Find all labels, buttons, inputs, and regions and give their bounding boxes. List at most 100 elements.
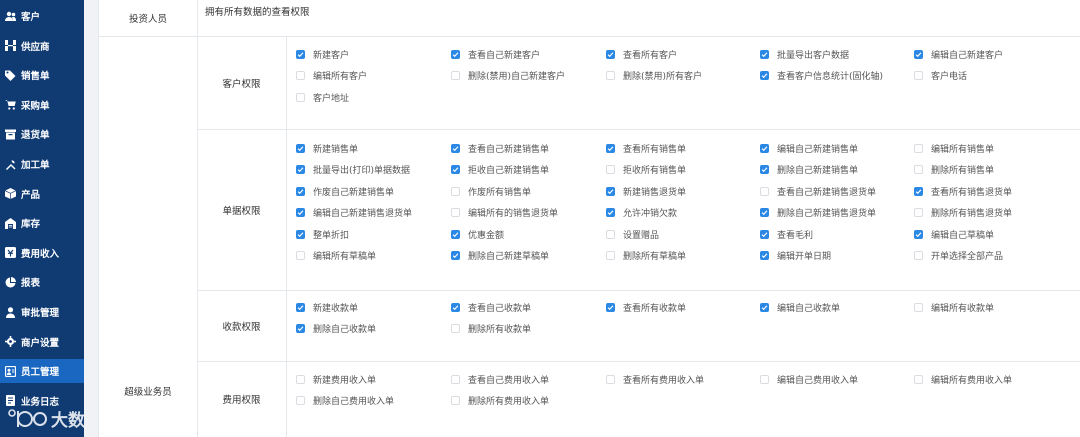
permission-checkbox[interactable]: 查看所有销售单	[606, 141, 686, 155]
sidebar-item-10[interactable]: 审批管理	[0, 300, 84, 324]
permission-checkbox[interactable]: 客户电话	[914, 69, 967, 83]
permission-checkbox[interactable]: 编辑自己草稿单	[914, 227, 994, 241]
checkbox-unchecked-icon[interactable]	[606, 165, 615, 174]
permission-checkbox[interactable]: 删除自己新建销售单	[760, 163, 858, 177]
permission-checkbox[interactable]: 删除自己新建销售退货单	[760, 206, 876, 220]
permission-checkbox[interactable]: 新建费用收入单	[296, 372, 376, 386]
checkbox-checked-icon[interactable]	[296, 208, 305, 217]
checkbox-checked-icon[interactable]	[760, 208, 769, 217]
permission-checkbox[interactable]: 查看所有收款单	[606, 300, 686, 314]
checkbox-checked-icon[interactable]	[451, 165, 460, 174]
permission-checkbox[interactable]: 优惠金额	[451, 227, 504, 241]
permission-checkbox[interactable]: 查看自己收款单	[451, 300, 531, 314]
permission-checkbox[interactable]: 新建客户	[296, 47, 349, 61]
sidebar-item-7[interactable]: 库存	[0, 211, 84, 235]
sidebar-item-1[interactable]: 供应商	[0, 34, 84, 58]
permission-checkbox[interactable]: 删除所有收款单	[451, 322, 531, 336]
checkbox-checked-icon[interactable]	[606, 208, 615, 217]
checkbox-checked-icon[interactable]	[914, 49, 923, 59]
permission-checkbox[interactable]: 删除自己新建草稿单	[451, 249, 549, 263]
permission-checkbox[interactable]: 编辑所有草稿单	[296, 249, 376, 263]
checkbox-unchecked-icon[interactable]	[451, 324, 460, 333]
permission-checkbox[interactable]: 编辑所有的销售退货单	[451, 206, 558, 220]
permission-checkbox[interactable]: 查看毛利	[760, 227, 813, 241]
checkbox-unchecked-icon[interactable]	[606, 229, 615, 239]
checkbox-unchecked-icon[interactable]	[914, 302, 923, 312]
permission-checkbox[interactable]: 新建销售单	[296, 141, 358, 155]
sidebar-item-9[interactable]: 报表	[0, 270, 84, 294]
checkbox-checked-icon[interactable]	[451, 143, 460, 153]
checkbox-unchecked-icon[interactable]	[296, 92, 305, 102]
permission-checkbox[interactable]: 批量导出客户数据	[760, 47, 849, 61]
checkbox-checked-icon[interactable]	[760, 143, 769, 153]
checkbox-unchecked-icon[interactable]	[296, 396, 305, 405]
checkbox-checked-icon[interactable]	[296, 324, 305, 333]
sidebar-item-2[interactable]: 销售单	[0, 63, 84, 87]
checkbox-checked-icon[interactable]	[760, 49, 769, 59]
permission-checkbox[interactable]: 删除自己收款单	[296, 322, 376, 336]
checkbox-unchecked-icon[interactable]	[451, 374, 460, 384]
checkbox-unchecked-icon[interactable]	[606, 251, 615, 260]
sidebar-item-4[interactable]: 退货单	[0, 122, 84, 146]
checkbox-checked-icon[interactable]	[296, 165, 305, 174]
checkbox-unchecked-icon[interactable]	[296, 374, 305, 384]
sidebar-item-3[interactable]: 采购单	[0, 93, 84, 117]
permission-checkbox[interactable]: 编辑自己新建销售单	[760, 141, 858, 155]
checkbox-unchecked-icon[interactable]	[760, 374, 769, 384]
permission-checkbox[interactable]: 作废自己新建销售单	[296, 184, 394, 198]
permission-checkbox[interactable]: 删除自己费用收入单	[296, 394, 394, 408]
permission-checkbox[interactable]: 删除(禁用)自己新建客户	[451, 69, 565, 83]
checkbox-unchecked-icon[interactable]	[606, 374, 615, 384]
checkbox-checked-icon[interactable]	[760, 229, 769, 239]
checkbox-checked-icon[interactable]	[296, 302, 305, 312]
checkbox-checked-icon[interactable]	[606, 143, 615, 153]
checkbox-checked-icon[interactable]	[606, 186, 615, 196]
permission-checkbox[interactable]: 删除(禁用)所有客户	[606, 69, 702, 83]
permission-checkbox[interactable]: 允许冲销欠款	[606, 206, 677, 220]
checkbox-checked-icon[interactable]	[606, 302, 615, 312]
permission-checkbox[interactable]: 编辑所有费用收入单	[914, 372, 1012, 386]
permission-checkbox[interactable]: 新建销售退货单	[606, 184, 686, 198]
checkbox-checked-icon[interactable]	[296, 49, 305, 59]
permission-checkbox[interactable]: 整单折扣	[296, 227, 349, 241]
permission-checkbox[interactable]: 查看自己新建销售退货单	[760, 184, 876, 198]
permission-checkbox[interactable]: 编辑自己收款单	[760, 300, 840, 314]
permission-checkbox[interactable]: 查看所有销售退货单	[914, 184, 1012, 198]
permission-checkbox[interactable]: 编辑自己新建客户	[914, 47, 1003, 61]
checkbox-checked-icon[interactable]	[760, 71, 769, 80]
checkbox-unchecked-icon[interactable]	[451, 186, 460, 196]
checkbox-checked-icon[interactable]	[760, 165, 769, 174]
permission-checkbox[interactable]: 编辑所有客户	[296, 69, 367, 83]
permission-checkbox[interactable]: 查看所有费用收入单	[606, 372, 704, 386]
checkbox-unchecked-icon[interactable]	[606, 71, 615, 80]
checkbox-checked-icon[interactable]	[760, 251, 769, 260]
checkbox-checked-icon[interactable]	[914, 229, 923, 239]
checkbox-unchecked-icon[interactable]	[451, 396, 460, 405]
permission-checkbox[interactable]: 拒收所有销售单	[606, 163, 686, 177]
checkbox-checked-icon[interactable]	[451, 229, 460, 239]
permission-checkbox[interactable]: 查看客户信息统计(固化轴)	[760, 69, 883, 83]
permission-checkbox[interactable]: 编辑自己费用收入单	[760, 372, 858, 386]
permission-checkbox[interactable]: 删除所有销售单	[914, 163, 994, 177]
checkbox-checked-icon[interactable]	[296, 229, 305, 239]
sidebar-item-11[interactable]: 商户设置	[0, 330, 84, 354]
permission-checkbox[interactable]: 设置赠品	[606, 227, 659, 241]
permission-checkbox[interactable]: 查看自己新建销售单	[451, 141, 549, 155]
permission-checkbox[interactable]: 删除所有销售退货单	[914, 206, 1012, 220]
checkbox-unchecked-icon[interactable]	[760, 186, 769, 196]
sidebar-item-8[interactable]: 费用收入	[0, 241, 84, 265]
checkbox-unchecked-icon[interactable]	[296, 251, 305, 260]
permission-checkbox[interactable]: 编辑所有销售单	[914, 141, 994, 155]
permission-checkbox[interactable]: 查看自己费用收入单	[451, 372, 549, 386]
sidebar-item-5[interactable]: 加工单	[0, 152, 84, 176]
permission-checkbox[interactable]: 作废所有销售单	[451, 184, 531, 198]
checkbox-checked-icon[interactable]	[451, 302, 460, 312]
checkbox-checked-icon[interactable]	[451, 49, 460, 59]
checkbox-checked-icon[interactable]	[606, 49, 615, 59]
permission-checkbox[interactable]: 查看自己新建客户	[451, 47, 540, 61]
checkbox-checked-icon[interactable]	[451, 251, 460, 260]
permission-checkbox[interactable]: 拒收自己新建销售单	[451, 163, 549, 177]
sidebar-item-0[interactable]: 客户	[0, 4, 84, 28]
permission-checkbox[interactable]: 编辑所有收款单	[914, 300, 994, 314]
checkbox-unchecked-icon[interactable]	[296, 71, 305, 80]
